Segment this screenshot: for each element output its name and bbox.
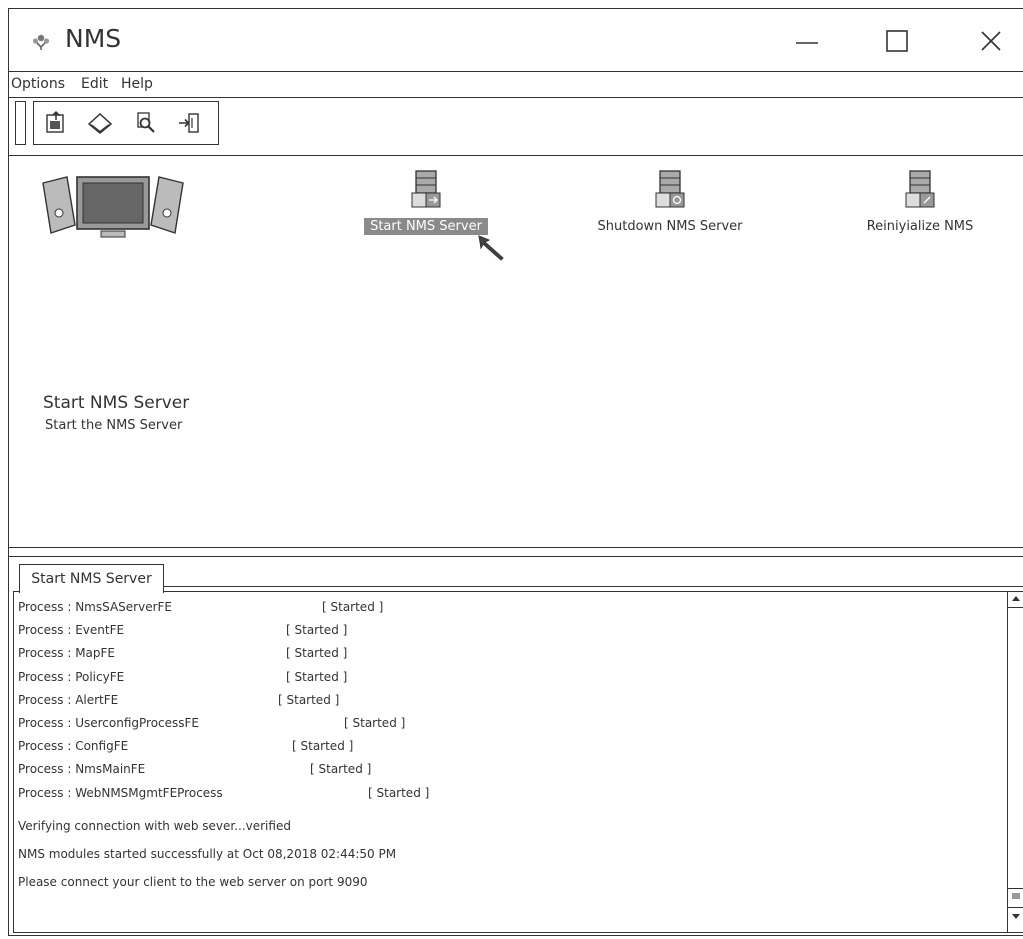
menu-help[interactable]: Help [121,76,153,92]
process-name: Process : NmsMainFE [18,762,146,777]
start-nms-server-action[interactable]: Start NMS Server [341,169,511,239]
grip-icon [1012,893,1020,899]
process-status: [ Started ] [344,715,406,730]
log-process-row: Process : WebNMSMgmtFEProcess [ Started … [18,782,1003,805]
process-status: [ Started ] [278,692,340,707]
server-reinitialize-icon [905,170,935,208]
action-panel: Start NMS Server Start the NMS Server St… [9,155,1023,547]
shutdown-nms-server-action[interactable]: Shutdown NMS Server [585,169,755,239]
exit-icon [179,113,199,133]
title-bar: NMS [9,9,1023,72]
process-name: Process : WebNMSMgmtFEProcess [18,785,223,800]
tab-start-nms-server[interactable]: Start NMS Server [19,564,164,593]
log-process-row: Process : UserconfigProcessFE [ Started … [18,712,1003,735]
server-console-icon [42,176,184,238]
menu-options[interactable]: Options [11,76,65,92]
log-process-row: Process : MapFE [ Started ] [18,642,1003,665]
process-status: [ Started ] [368,785,430,800]
menu-edit[interactable]: Edit [81,76,108,92]
scroll-thumb[interactable] [1008,888,1023,908]
log-process-row: Process : AlertFE [ Started ] [18,689,1003,712]
export-button[interactable] [42,109,70,137]
mouse-pointer-icon [478,235,504,261]
reinitialize-nms-label: Reiniyialize NMS [866,219,974,234]
process-status: [ Started ] [286,669,348,684]
log-process-row: Process : PolicyFE [ Started ] [18,666,1003,689]
process-name: Process : ConfigFE [18,739,129,754]
start-nms-server-label: Start NMS Server [364,218,488,235]
maximize-button[interactable] [877,23,917,59]
process-name: Process : AlertFE [18,692,119,707]
document-export-icon [46,110,64,133]
close-button[interactable] [971,23,1011,59]
process-status: [ Started ] [286,623,348,638]
panel-splitter[interactable] [9,547,1023,557]
server-start-icon [411,170,441,208]
search-button[interactable] [132,109,160,137]
menu-bar: Options Edit Help [9,71,1023,98]
exit-button[interactable] [176,109,204,137]
process-status: [ Started ] [322,600,384,614]
close-icon [981,31,1001,51]
minimize-button[interactable] [787,23,827,59]
scroll-down-button[interactable] [1008,910,1023,930]
log-process-row: Process : NmsMainFE [ Started ] [18,758,1003,781]
process-name: Process : NmsSAServerFE [18,600,172,614]
log-message: Please connect your client to the web se… [18,874,368,889]
process-status: [ Started ] [286,646,348,661]
maximize-icon [886,30,908,52]
log-process-row: Process : NmsSAServerFE [ Started ] [18,596,1003,619]
toolbar-button-group [33,101,219,145]
nms-app-icon [32,34,50,50]
log-process-row: Process : ConfigFE [ Started ] [18,735,1003,758]
shutdown-nms-server-label: Shutdown NMS Server [597,219,743,234]
toolbar [9,97,1023,156]
log-output-panel: Process : NmsSAServerFE [ Started ] Proc… [13,591,1023,933]
window-title: NMS [65,24,122,53]
hero-subtitle: Start the NMS Server [45,418,183,433]
process-status: [ Started ] [310,762,372,777]
hero-title: Start NMS Server [43,393,190,413]
eraser-icon [87,112,113,134]
process-name: Process : UserconfigProcessFE [18,715,200,730]
scroll-up-button[interactable] [1008,592,1023,608]
process-name: Process : EventFE [18,623,125,638]
log-process-row: Process : EventFE [ Started ] [18,619,1003,642]
tab-strip-line [164,586,1023,587]
minimize-icon [796,42,818,44]
process-status: [ Started ] [292,739,354,754]
log-scrollbar[interactable] [1007,592,1023,932]
log-message: NMS modules started successfully at Oct … [18,846,397,861]
nms-window: NMS Options Edit Help Start NMS Server S… [8,8,1023,936]
server-shutdown-icon [655,170,685,208]
process-name: Process : MapFE [18,646,116,661]
toolbar-grip[interactable] [15,101,26,145]
erase-button[interactable] [86,109,114,137]
process-name: Process : PolicyFE [18,669,125,684]
log-message: Verifying connection with web sever...ve… [18,818,291,833]
search-icon [137,112,155,133]
chevron-down-icon [1012,914,1020,919]
reinitialize-nms-action[interactable]: Reiniyialize NMS [835,169,1005,239]
chevron-up-icon [1012,596,1020,601]
